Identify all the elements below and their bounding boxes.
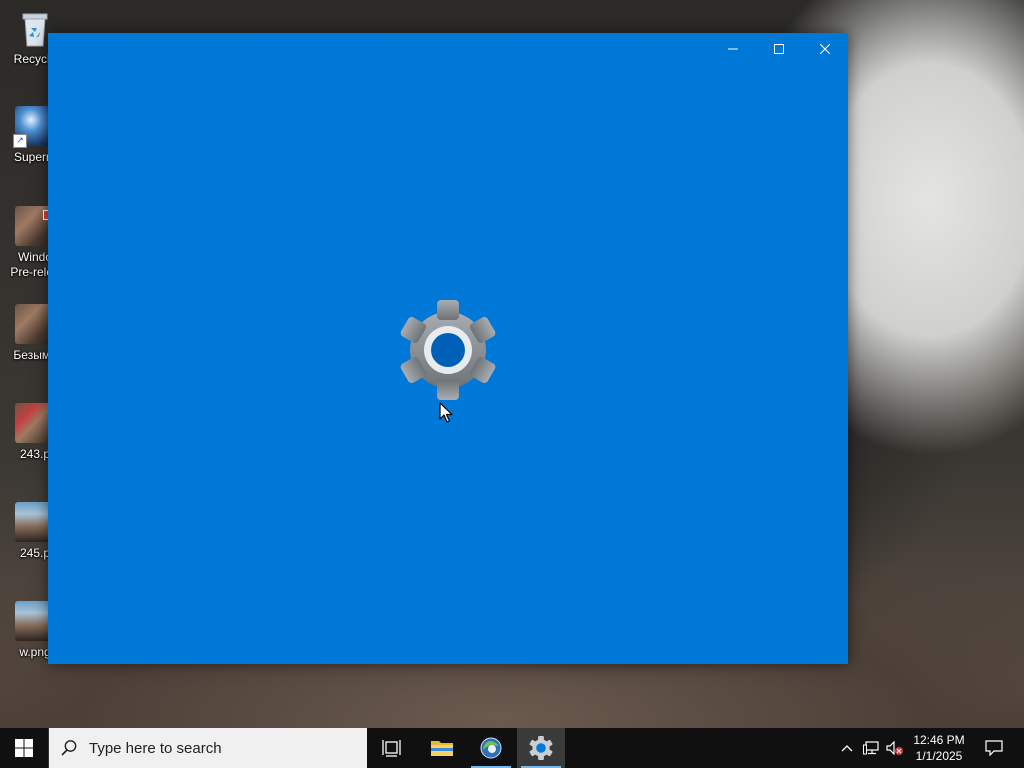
- volume-muted-icon: [886, 741, 903, 755]
- volume-button[interactable]: [884, 728, 906, 768]
- gear-icon: [400, 300, 496, 400]
- windows-logo-icon: [15, 739, 33, 757]
- minimize-icon: [728, 48, 738, 50]
- show-hidden-icons-button[interactable]: [836, 728, 858, 768]
- maximize-icon: [774, 44, 784, 54]
- close-button[interactable]: [802, 33, 848, 65]
- notification-icon: [985, 740, 1003, 756]
- network-icon: [863, 741, 879, 755]
- shortcut-arrow-icon: ↗: [13, 134, 27, 148]
- browser-button[interactable]: [467, 728, 515, 768]
- minimize-button[interactable]: [710, 33, 756, 65]
- search-box[interactable]: Type here to search: [48, 728, 367, 768]
- browser-icon: [480, 737, 502, 759]
- taskbar: Type here to search 12:46 PM 1/1/2025: [0, 728, 1024, 768]
- search-icon: [49, 728, 89, 768]
- settings-taskbar-button[interactable]: [517, 728, 565, 768]
- file-explorer-button[interactable]: [418, 728, 466, 768]
- clock-time: 12:46 PM: [913, 733, 965, 747]
- close-icon: [820, 44, 830, 54]
- settings-window[interactable]: [48, 33, 848, 664]
- maximize-button[interactable]: [756, 33, 802, 65]
- task-view-icon: [382, 740, 401, 757]
- settings-icon: [529, 736, 553, 760]
- search-placeholder: Type here to search: [89, 739, 222, 757]
- task-view-button[interactable]: [368, 728, 416, 768]
- clock-date: 1/1/2025: [915, 749, 963, 763]
- file-explorer-icon: [431, 741, 453, 756]
- clock[interactable]: 12:46 PM 1/1/2025: [906, 728, 972, 768]
- mouse-cursor-icon: [439, 402, 453, 423]
- chevron-up-icon: [841, 745, 853, 752]
- start-button[interactable]: [0, 728, 48, 768]
- action-center-button[interactable]: [972, 728, 1016, 768]
- network-button[interactable]: [860, 728, 882, 768]
